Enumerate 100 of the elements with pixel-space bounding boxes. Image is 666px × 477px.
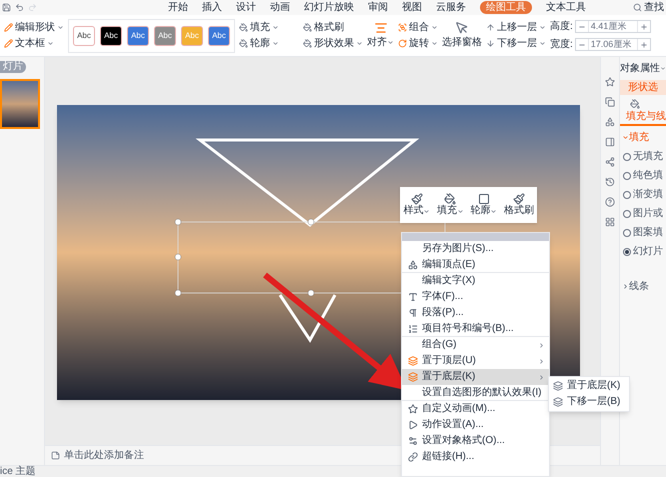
- theme-name: ice 主题: [0, 466, 36, 477]
- menu-tab[interactable]: 插入: [202, 1, 222, 14]
- save-icon[interactable]: [2, 3, 11, 12]
- brush-icon: [410, 193, 423, 205]
- menu-tab[interactable]: 设计: [236, 1, 256, 14]
- format-painter-icon: [512, 193, 525, 205]
- star-icon: [408, 404, 418, 414]
- ribbon-button[interactable]: 形状效果: [303, 38, 363, 50]
- style-swatch[interactable]: Abc: [73, 26, 95, 46]
- menu-item[interactable]: 下移一层(B): [549, 394, 629, 410]
- ribbon-button[interactable]: 旋转: [398, 38, 438, 50]
- group-icon: [398, 23, 407, 32]
- layers-icon: [408, 356, 418, 366]
- dropdown-icon: [539, 40, 546, 47]
- dropdown-icon: [272, 24, 279, 31]
- plus-icon[interactable]: [640, 40, 648, 48]
- size-field[interactable]: 17.06厘米: [574, 38, 651, 51]
- ribbon-button[interactable]: 填充: [239, 22, 299, 34]
- v-shape[interactable]: [278, 294, 336, 343]
- bucket-icon: [444, 193, 456, 205]
- radio-button[interactable]: [623, 152, 631, 160]
- selection-pane-button[interactable]: 选择窗格: [442, 21, 482, 50]
- side-tool-icon[interactable]: [605, 197, 615, 207]
- menu-item[interactable]: 置于底层(K): [549, 378, 629, 394]
- style-swatch[interactable]: Abc: [100, 26, 122, 46]
- fill-icon: [630, 99, 640, 109]
- menu-tab[interactable]: 云服务: [436, 1, 466, 14]
- dropdown-icon: [272, 40, 279, 47]
- side-tool-icon[interactable]: [605, 177, 615, 187]
- search-link[interactable]: 查找: [644, 0, 664, 15]
- arrow-down-icon: [486, 39, 495, 48]
- side-tool-icon[interactable]: [605, 77, 615, 87]
- menu-item[interactable]: 超链接(H)...: [402, 449, 549, 465]
- ribbon-button[interactable]: 编辑形状: [4, 22, 64, 34]
- menu-item[interactable]: 项目符号和编号(B)...: [402, 321, 549, 337]
- style-swatch[interactable]: Abc: [208, 26, 230, 46]
- radio-label: 图片或: [633, 206, 663, 221]
- side-tool-icon[interactable]: [605, 137, 615, 147]
- menu-item[interactable]: 编辑顶点(E): [402, 257, 549, 273]
- align-icon: [374, 21, 388, 35]
- dropdown-icon: [423, 208, 430, 214]
- radio-label: 幻灯片: [633, 244, 663, 259]
- play-icon: [408, 420, 418, 430]
- ribbon-button[interactable]: 格式刷: [303, 22, 363, 34]
- dropdown-icon: [356, 40, 363, 47]
- side-tool-icon[interactable]: [605, 157, 615, 167]
- menu-tab[interactable]: 视图: [402, 1, 422, 14]
- menu-tab[interactable]: 审阅: [368, 1, 388, 14]
- notes-placeholder[interactable]: 单击此处添加备注: [64, 448, 144, 463]
- menu-item[interactable]: 编辑文字(X): [402, 273, 549, 289]
- style-swatch[interactable]: Abc: [127, 26, 149, 46]
- menu-item[interactable]: 置于底层(K): [402, 369, 549, 385]
- line-section-header[interactable]: 线条: [620, 279, 666, 294]
- toolbar-button[interactable]: 填充: [436, 193, 464, 217]
- menu-item[interactable]: 另存为图片(S)...: [402, 241, 549, 257]
- pencil-icon: [4, 39, 13, 48]
- radio-button[interactable]: [623, 210, 631, 218]
- toolbar-button[interactable]: 格式刷: [504, 193, 534, 217]
- size-field[interactable]: 4.41厘米: [574, 20, 651, 33]
- tool-icon: [303, 39, 312, 48]
- align-button[interactable]: 对齐: [367, 21, 394, 50]
- paragraph-icon: [408, 308, 418, 318]
- dropdown-icon: [387, 39, 394, 46]
- radio-button[interactable]: [623, 172, 631, 180]
- menu-item[interactable]: 置于顶层(U): [402, 353, 549, 369]
- ribbon-button[interactable]: 组合: [398, 22, 438, 34]
- side-tool-icon[interactable]: [605, 117, 615, 127]
- plus-icon[interactable]: [640, 22, 648, 30]
- slide-thumbnail[interactable]: [0, 79, 40, 129]
- menu-tab[interactable]: 幻灯片放映: [304, 1, 354, 14]
- menu-item[interactable]: 组合(G): [402, 337, 549, 353]
- side-tool-icon[interactable]: [605, 217, 615, 227]
- search-icon[interactable]: [633, 3, 642, 12]
- radio-button[interactable]: [623, 190, 631, 198]
- toolbar-button[interactable]: 样式: [403, 193, 430, 217]
- radio-button[interactable]: [623, 248, 631, 256]
- menu-tab[interactable]: 文本工具: [546, 1, 586, 14]
- radio-label: 无填充: [633, 150, 663, 164]
- rotate-icon: [398, 39, 407, 48]
- list-icon: [408, 324, 418, 334]
- collapsed-icon: [622, 283, 629, 290]
- panel-title[interactable]: 对象属性: [620, 61, 666, 76]
- undo-icon[interactable]: [15, 3, 24, 12]
- ribbon-button[interactable]: 文本框: [4, 38, 64, 50]
- dropdown-icon: [57, 24, 64, 31]
- outline-icon: [478, 193, 490, 205]
- menu-tab[interactable]: 动画: [270, 1, 290, 14]
- menu-item[interactable]: 自定义动画(M)...: [402, 401, 549, 417]
- notes-icon: [51, 451, 60, 460]
- menu-item[interactable]: 段落(P)...: [402, 305, 549, 321]
- menu-tab[interactable]: 开始: [168, 1, 188, 14]
- ribbon-button[interactable]: 下移一层: [486, 38, 546, 50]
- toolbar-button[interactable]: 轮廓: [470, 193, 498, 217]
- ribbon-button[interactable]: 轮廓: [239, 38, 299, 50]
- ribbon-button[interactable]: 上移一层: [486, 22, 546, 34]
- size-label: 高度:: [550, 20, 573, 34]
- radio-button[interactable]: [623, 228, 631, 236]
- menu-item[interactable]: 动作设置(A)...: [402, 417, 549, 433]
- menu-item[interactable]: 字体(F)...: [402, 289, 549, 305]
- side-tool-icon[interactable]: [605, 97, 615, 107]
